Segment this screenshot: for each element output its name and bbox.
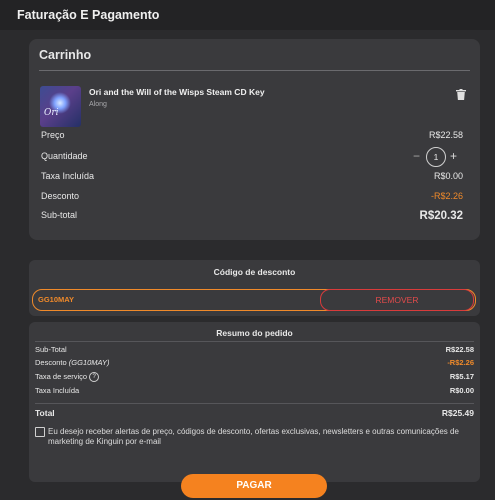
info-icon[interactable]: ? [89,372,100,383]
divider [39,70,470,71]
summary-service-label: Taxa de serviço? [35,372,100,383]
decrease-quantity-button[interactable]: − [413,149,420,163]
summary-total-label: Total [35,408,55,418]
discount-row: Desconto -R$2.26 [41,191,463,205]
trash-icon[interactable] [456,89,466,100]
summary-service-text: Taxa de serviço [35,372,88,381]
thumbnail-title: Ori [44,108,59,118]
tax-label: Taxa Incluída [41,171,95,181]
tax-row: Taxa Incluída R$0.00 [41,171,463,185]
subtotal-label: Sub-total [41,210,78,220]
summary-discount-label: Desconto (GG10MAY) [35,358,109,367]
remove-coupon-button[interactable]: REMOVER [320,289,474,311]
quantity-label: Quantidade [41,151,88,161]
page-title: Faturação E Pagamento [17,8,160,22]
summary-subtotal-label: Sub-Total [35,345,67,354]
price-row: Preço R$22.58 [41,130,463,144]
summary-discount-row: Desconto (GG10MAY) -R$2.26 [35,358,474,370]
subtotal-value: R$20.32 [419,210,463,222]
subtotal-row: Sub-total R$20.32 [41,210,463,226]
summary-subtotal-value: R$22.58 [445,345,474,354]
tax-value: R$0.00 [433,171,463,181]
summary-discount-text: Desconto [35,358,67,367]
coupon-title: Código de desconto [213,267,296,277]
summary-tax-value: R$0.00 [449,386,474,395]
discount-value: -R$2.26 [430,191,463,201]
divider [35,341,474,342]
increase-quantity-button[interactable]: + [450,149,457,163]
summary-tax-label: Taxa Incluída [35,386,80,395]
coupon-card: Código de desconto GG10MAY REMOVER [29,260,480,316]
marketing-consent-checkbox[interactable] [35,427,45,437]
order-summary-card: Resumo do pedido Sub-Total R$22.58 Desco… [29,322,480,482]
quantity-stepper[interactable]: − 1 + [413,147,463,167]
summary-subtotal-row: Sub-Total R$22.58 [35,345,474,357]
summary-discount-code: (GG10MAY) [68,358,110,367]
summary-total-value: R$25.49 [441,408,474,418]
order-summary-title: Resumo do pedido [216,328,293,338]
pay-button[interactable]: PAGAR [181,474,327,498]
divider [35,403,474,404]
page-header: Faturação E Pagamento [0,0,495,30]
product-name[interactable]: Ori and the Will of the Wisps Steam CD K… [89,87,265,97]
summary-service-value: R$5.17 [449,372,474,381]
product-seller: Along [89,101,107,108]
cart-card: Carrinho Ori Ori and the Will of the Wis… [29,39,480,240]
product-thumbnail[interactable]: Ori [40,86,81,127]
cart-title: Carrinho [39,48,92,62]
summary-total-row: Total R$25.49 [35,408,474,422]
coupon-code[interactable]: GG10MAY [38,295,74,304]
price-value: R$22.58 [428,130,463,140]
quantity-row: Quantidade [41,151,405,165]
quantity-value[interactable]: 1 [426,147,446,167]
discount-label: Desconto [41,191,80,201]
price-label: Preço [41,130,65,140]
coupon-field[interactable]: GG10MAY REMOVER [32,289,476,311]
summary-service-row: Taxa de serviço? R$5.17 [35,372,474,384]
summary-tax-row: Taxa Incluída R$0.00 [35,386,474,398]
summary-discount-value: -R$2.26 [447,358,474,367]
marketing-consent-label[interactable]: Eu desejo receber alertas de preço, códi… [48,427,474,447]
